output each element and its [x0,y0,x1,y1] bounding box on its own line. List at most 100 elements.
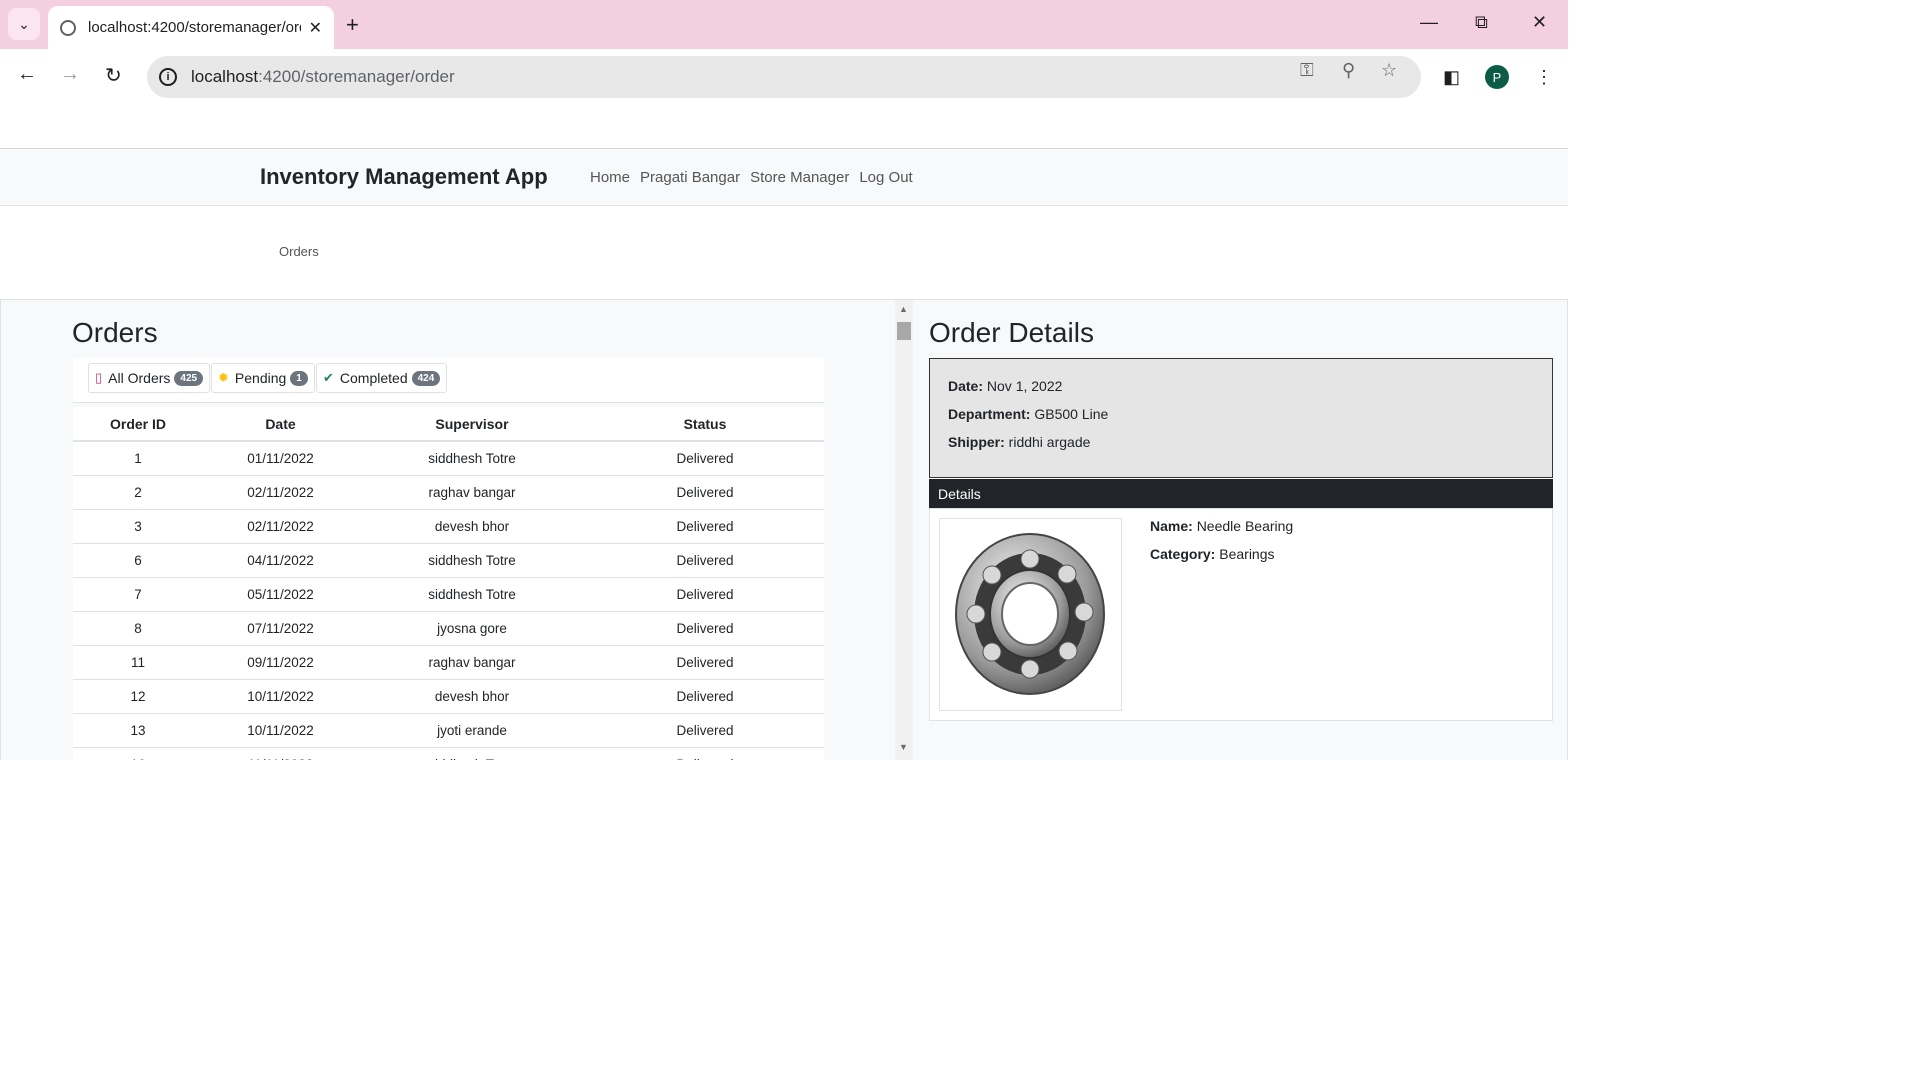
spinner-icon: ✹ [218,370,229,385]
filter-all-orders[interactable]: ▯ All Orders 425 [88,363,211,393]
table-cell: Delivered [586,441,824,476]
nav-user[interactable]: Pragati Bangar [640,169,740,186]
table-row[interactable]: 12 10/11/2022 devesh bhor Delivered [73,679,824,714]
nav-store-manager[interactable]: Store Manager [750,169,849,186]
restore-icon[interactable]: ⧉ [1475,12,1488,33]
check-circle-icon: ✔ [323,370,334,385]
table-cell: 11 [73,645,203,680]
count-badge: 424 [411,370,441,386]
table-cell: Delivered [586,747,824,760]
url-text: localhost:4200/storemanager/order [191,67,455,86]
nav-logout[interactable]: Log Out [859,169,912,186]
details-header: Details [929,479,1553,508]
browser-toolbar: ← → ↻ i localhost:4200/storemanager/orde… [0,49,1568,105]
table-cell: 02/11/2022 [203,509,358,544]
orders-scrollbar[interactable]: ▲ ▼ [895,300,913,760]
scroll-up-icon[interactable]: ▲ [899,304,908,314]
zoom-icon[interactable]: ⚲ [1342,60,1355,81]
table-cell: 10/11/2022 [203,679,358,714]
order-details-title: Order Details [929,317,1094,348]
table-cell: raghav bangar [358,475,586,510]
details-body: Name: Needle Bearing Category: Bearings [929,508,1553,721]
table-header-row: Order ID Date Supervisor Status [73,407,824,442]
back-icon[interactable]: ← [17,63,37,86]
table-cell: 13 [73,713,203,748]
order-shipper: Shipper: riddhi argade [948,434,1091,450]
table-cell: devesh bhor [358,679,586,714]
reload-icon[interactable]: ↻ [105,63,122,88]
nav-links: Home Pragati Bangar Store Manager Log Ou… [590,169,913,186]
table-cell: siddhesh Totre [358,747,586,760]
table-row[interactable]: 3 02/11/2022 devesh bhor Delivered [73,509,824,544]
table-cell: siddhesh Totre [358,441,586,476]
table-cell: Delivered [586,509,824,544]
column-header[interactable]: Date [203,407,358,442]
table-row[interactable]: 11 09/11/2022 raghav bangar Delivered [73,645,824,680]
table-row[interactable]: 7 05/11/2022 siddhesh Totre Delivered [73,577,824,612]
tab-search-icon[interactable]: ⌄ [8,8,40,40]
orders-title: Orders [72,317,158,348]
main-content: Orders ▯ All Orders 425 ✹ Pending 1 ✔ Co… [0,299,1568,760]
table-cell: Delivered [586,713,824,748]
product-image [939,518,1122,711]
column-header[interactable]: Status [586,407,824,442]
order-date: Date: Nov 1, 2022 [948,378,1063,394]
order-details-panel: Order Details Date: Nov 1, 2022 Departme… [913,300,1568,760]
new-tab-icon[interactable]: + [346,12,359,38]
menu-kebab-icon[interactable]: ⋮ [1535,67,1553,88]
clipboard-icon: ▯ [95,370,103,385]
product-name: Name: Needle Bearing [1150,518,1294,534]
address-bar[interactable]: i localhost:4200/storemanager/order [147,56,1421,98]
table-row[interactable]: 2 02/11/2022 raghav bangar Delivered [73,475,824,510]
table-cell: 01/11/2022 [203,441,358,476]
forward-icon[interactable]: → [60,63,80,86]
table-cell: 10/11/2022 [203,713,358,748]
app-navbar: Inventory Management App Home Pragati Ba… [0,148,1568,206]
profile-avatar[interactable]: P [1485,65,1509,89]
table-row[interactable]: 1 01/11/2022 siddhesh Totre Delivered [73,441,824,476]
table-row[interactable]: 8 07/11/2022 jyosna gore Delivered [73,611,824,646]
orders-table: Order ID Date Supervisor Status 1 01/11/2… [73,407,824,760]
filter-pending[interactable]: ✹ Pending 1 [211,363,315,393]
table-cell: Delivered [586,611,824,646]
minimize-icon[interactable]: — [1420,12,1438,33]
table-cell: 07/11/2022 [203,611,358,646]
table-cell: 12 [73,679,203,714]
table-cell: 05/11/2022 [203,577,358,612]
scroll-thumb[interactable] [897,322,911,340]
scroll-down-icon[interactable]: ▼ [899,742,908,752]
close-window-icon[interactable]: ✕ [1532,12,1547,33]
table-row[interactable]: 1611/11/2022siddhesh TotreDelivered [73,747,824,760]
column-header[interactable]: Order ID [73,407,203,442]
table-cell: devesh bhor [358,509,586,544]
tab-title: localhost:4200/storemanager/order [88,19,301,36]
app-brand[interactable]: Inventory Management App [260,164,548,190]
orders-panel: Orders ▯ All Orders 425 ✹ Pending 1 ✔ Co… [0,300,895,760]
bookmark-star-icon[interactable]: ☆ [1381,60,1397,81]
side-panel-icon[interactable]: ◧ [1443,67,1460,88]
count-badge: 1 [290,370,308,386]
table-cell: siddhesh Totre [358,577,586,612]
table-cell: jyoti erande [358,713,586,748]
site-info-icon[interactable]: i [159,68,177,86]
table-cell: Delivered [586,475,824,510]
browser-tab[interactable]: localhost:4200/storemanager/order ✕ [48,6,334,49]
table-cell: 16 [73,747,203,760]
filter-completed[interactable]: ✔ Completed 424 [316,363,448,393]
table-cell: Delivered [586,679,824,714]
table-cell: Delivered [586,577,824,612]
count-badge: 425 [174,370,204,386]
browser-tab-bar: ⌄ localhost:4200/storemanager/order ✕ + … [0,0,1568,49]
column-header[interactable]: Supervisor [358,407,586,442]
password-key-icon[interactable]: ⚿ [1300,60,1314,81]
table-row[interactable]: 13 10/11/2022 jyoti erande Delivered [73,713,824,748]
table-cell: 7 [73,577,203,612]
table-cell: raghav bangar [358,645,586,680]
table-cell: siddhesh Totre [358,543,586,578]
tab-close-icon[interactable]: ✕ [309,18,322,38]
product-category: Category: Bearings [1150,546,1275,562]
table-cell: 04/11/2022 [203,543,358,578]
nav-home[interactable]: Home [590,169,630,186]
table-cell: 6 [73,543,203,578]
table-row[interactable]: 6 04/11/2022 siddhesh Totre Delivered [73,543,824,578]
